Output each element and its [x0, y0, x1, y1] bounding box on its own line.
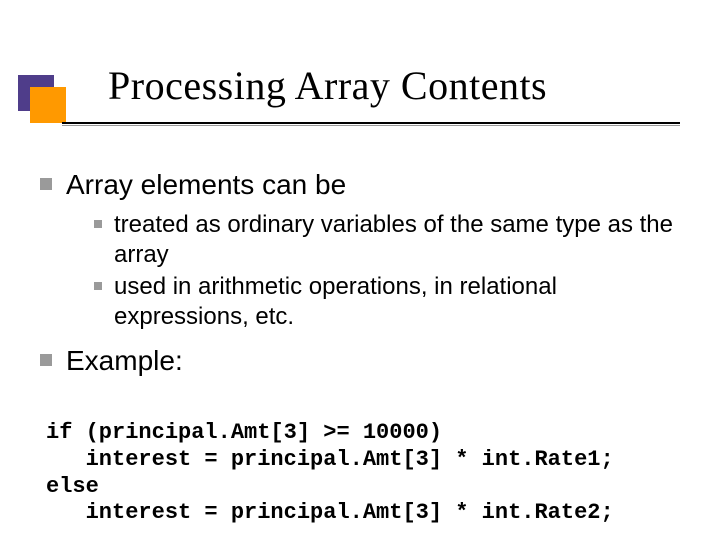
- bullet-text: Example:: [66, 344, 183, 378]
- code-block: if (principal.Amt[3] >= 10000) interest …: [46, 420, 614, 527]
- title-underline: [62, 122, 680, 124]
- bullet-text: used in arithmetic operations, in relati…: [114, 272, 690, 332]
- square-bullet-icon: [40, 354, 52, 366]
- slide-body: Array elements can be treated as ordinar…: [40, 168, 690, 385]
- bullet-level1: Array elements can be: [40, 168, 690, 202]
- square-bullet-icon: [40, 178, 52, 190]
- square-bullet-icon: [94, 282, 102, 290]
- bullet-text: treated as ordinary variables of the sam…: [114, 210, 690, 270]
- square-bullet-icon: [94, 220, 102, 228]
- title-area: Processing Array Contents: [0, 62, 720, 109]
- bullet-level2: used in arithmetic operations, in relati…: [94, 272, 690, 332]
- bullet-level1: Example:: [40, 344, 690, 378]
- bullet-level2: treated as ordinary variables of the sam…: [94, 210, 690, 270]
- slide: Processing Array Contents Array elements…: [0, 0, 720, 540]
- sub-bullets: treated as ordinary variables of the sam…: [94, 210, 690, 332]
- bullet-text: Array elements can be: [66, 168, 346, 202]
- slide-title: Processing Array Contents: [108, 62, 720, 109]
